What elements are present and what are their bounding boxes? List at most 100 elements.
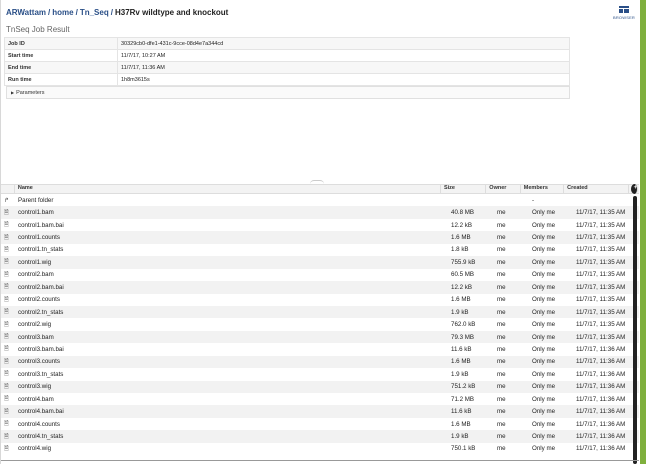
file-members: Only me (532, 358, 556, 366)
file-size: 1.9 kB (451, 308, 469, 316)
file-icon: 🗎 (4, 421, 9, 428)
file-row[interactable]: 🗎 control4.wig 750.1 kB me Only me 11/7/17, 1… (1, 443, 639, 455)
file-members: Only me (532, 420, 556, 428)
file-row[interactable]: 🗎 control4.bam.bai 11.6 kB me Only me 11/7/17… (1, 405, 639, 418)
file-row[interactable]: 🗎 control1.bam.bai 12.2 kB me Only me 11/7/17… (1, 219, 639, 231)
file-members: Only me (532, 395, 556, 403)
breadcrumb-user[interactable]: ARWattam (6, 8, 46, 17)
file-icon: 🗎 (4, 296, 9, 303)
file-name: control3.bam.bai (18, 345, 64, 353)
file-created: 11/7/17, 11:36 AM (576, 433, 626, 441)
file-size: 11.6 kB (451, 345, 472, 353)
file-name: control4.wig (18, 445, 52, 453)
file-icon: 🗎 (4, 259, 9, 266)
file-row[interactable]: 🗎 control1.counts 1.6 MB me Only me 11/7/17, … (1, 231, 639, 244)
file-created: 11/7/17, 11:35 AM (576, 321, 626, 329)
parent-folder-label: Parent folder (18, 196, 54, 204)
file-row[interactable]: 🗎 control1.bam 40.8 MB me Only me 11/7/17, 11… (1, 206, 639, 219)
file-row[interactable]: 🗎 control3.bam 79.3 MB me Only me 11/7/17, 11… (1, 330, 639, 344)
file-row[interactable]: 🗎 control4.tn_stats 1.9 kB me Only me 11/7/17… (1, 430, 639, 443)
file-name: control3.tn_stats (18, 370, 64, 378)
file-row[interactable]: 🗎 control3.wig 751.2 kB me Only me 11/7/17, 1… (1, 380, 639, 393)
header-members[interactable]: Members (521, 184, 565, 194)
file-row[interactable]: 🗎 control2.counts 1.6 MB me Only me 11/7/17, … (1, 294, 639, 306)
file-created: 11/7/17, 11:36 AM (576, 358, 626, 366)
side-accent-bar (640, 0, 646, 464)
breadcrumb-separator: / (75, 8, 78, 17)
header-owner[interactable]: Owner (486, 184, 521, 194)
job-info-row: Start time 11/7/17, 10:27 AM (4, 49, 570, 62)
file-size: 751.2 kB (451, 383, 476, 391)
file-name: control1.bam.bai (18, 221, 64, 229)
file-icon: 🗎 (4, 396, 9, 403)
breadcrumb-home[interactable]: home (52, 8, 73, 17)
file-name: control3.wig (18, 383, 52, 391)
triangle-right-icon: ▶ (11, 90, 15, 95)
file-name: control2.wig (18, 321, 52, 329)
file-icon: 🗎 (4, 222, 9, 229)
file-created: 11/7/17, 11:35 AM (576, 271, 626, 279)
file-members: Only me (532, 283, 556, 291)
file-row[interactable]: 🗎 control2.bam 60.5 MB me Only me 11/7/17, 11… (1, 269, 639, 281)
file-row[interactable]: 🗎 control1.tn_stats 1.8 kB me Only me 11/7/17… (1, 244, 639, 256)
browser-button[interactable]: BROWSER (612, 6, 636, 22)
file-size: 1.6 MB (451, 420, 471, 428)
file-created: 11/7/17, 11:35 AM (576, 308, 626, 316)
file-row[interactable]: 🗎 control3.tn_stats 1.9 kB me Only me 11/7/17… (1, 368, 639, 380)
grid-body: ↱ Parent folder - 🗎 control1.bam 40.8 MB me… (1, 194, 639, 455)
file-name: control4.counts (18, 420, 60, 428)
file-icon: 🗎 (4, 321, 9, 328)
file-row[interactable]: 🗎 control2.tn_stats 1.9 kB me Only me 11/7/17… (1, 305, 639, 319)
file-name: control1.wig (18, 258, 52, 266)
job-field-label: End time (4, 61, 118, 74)
file-name: control2.tn_stats (18, 308, 64, 316)
file-name: control1.counts (18, 234, 60, 242)
file-row[interactable]: 🗎 control3.bam.bai 11.6 kB me Only me 11/7/17… (1, 343, 639, 355)
file-row[interactable]: 🗎 control2.wig 762.0 kB me Only me 11/7/17, 1… (1, 318, 639, 330)
parent-folder-row[interactable]: ↱ Parent folder - (1, 194, 639, 206)
header-name[interactable]: Name (15, 184, 441, 194)
file-icon: 🗎 (4, 284, 9, 291)
file-created: 11/7/17, 11:36 AM (576, 420, 626, 428)
file-owner: me (497, 308, 506, 316)
job-field-value: 30329cb0-dfe1-431c-9cce-08d4e7a344cd (117, 37, 570, 50)
file-owner: me (497, 246, 506, 254)
file-row[interactable]: 🗎 control4.counts 1.6 MB me Only me 11/7/17, … (1, 418, 639, 430)
file-row[interactable]: 🗎 control2.bam.bai 12.2 kB me Only me 11/7/17… (1, 281, 639, 294)
breadcrumb-separator: / (48, 8, 51, 17)
file-created: 11/7/17, 11:36 AM (576, 370, 626, 378)
header-size[interactable]: Size (441, 184, 487, 194)
file-size: 1.9 kB (451, 433, 469, 441)
breadcrumb: ARWattam / home / Tn_Seq / H37Rv wildtype and … (6, 8, 228, 17)
breadcrumb-folder[interactable]: Tn_Seq (80, 8, 109, 17)
file-size: 12.2 kB (451, 221, 472, 229)
job-info-row: End time 11/7/17, 11:36 AM (4, 61, 570, 74)
file-grid: Name Size Owner Members Created + ↱ Pare… (1, 184, 639, 464)
job-field-label: Job ID (4, 37, 118, 50)
scrollbar-thumb[interactable] (633, 196, 637, 464)
scrollbar[interactable] (633, 196, 637, 464)
job-info-row: Run time 1h8m3615s (4, 73, 570, 86)
file-row[interactable]: 🗎 control3.counts 1.6 MB me Only me 11/7/17, … (1, 355, 639, 369)
file-owner: me (497, 345, 506, 353)
file-members: Only me (532, 370, 556, 378)
job-title: TnSeq Job Result (6, 25, 70, 34)
file-owner: me (497, 383, 506, 391)
file-members: Only me (532, 246, 556, 254)
browser-label: BROWSER (612, 15, 636, 20)
file-icon: 🗎 (4, 383, 9, 390)
file-size: 79.3 MB (451, 333, 475, 341)
file-owner: me (497, 209, 506, 217)
file-row[interactable]: 🗎 control1.wig 755.9 kB me Only me 11/7/17, 1… (1, 256, 639, 269)
file-name: control2.bam.bai (18, 283, 64, 291)
job-field-label: Run time (4, 73, 118, 86)
file-size: 755.9 kB (451, 258, 476, 266)
parameters-toggle[interactable]: ▶ Parameters (6, 86, 570, 99)
add-column-button[interactable]: + (629, 184, 639, 194)
header-created[interactable]: Created (564, 184, 630, 194)
file-owner: me (497, 408, 506, 416)
file-owner: me (497, 234, 506, 242)
file-name: control2.counts (18, 296, 60, 304)
file-icon: 🗎 (4, 334, 9, 341)
file-row[interactable]: 🗎 control4.bam 71.2 MB me Only me 11/7/17, 11… (1, 393, 639, 405)
